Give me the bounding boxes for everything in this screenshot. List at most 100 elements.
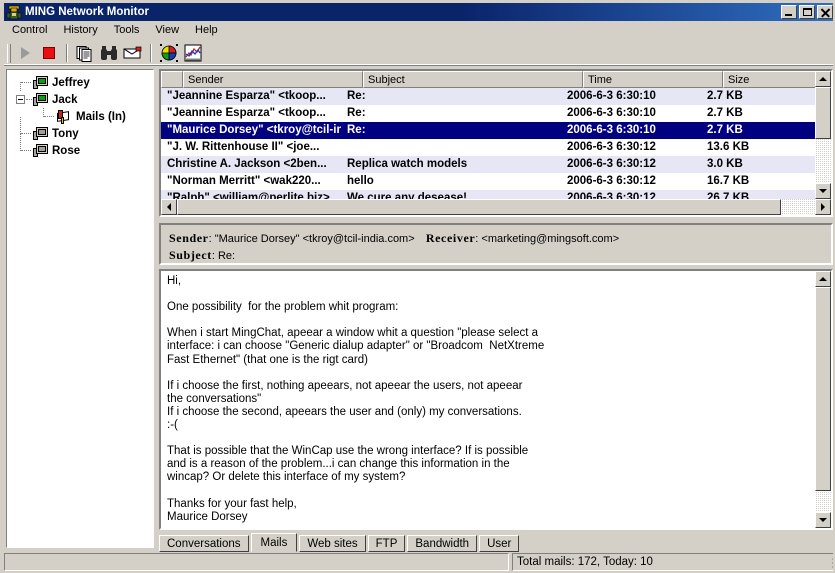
tab-mails[interactable]: Mails xyxy=(250,533,298,552)
toolbar-separator xyxy=(66,44,68,62)
mail-detail-header: Sender: "Maurice Dorsey" <tkroy@tcil-ind… xyxy=(159,223,833,265)
window-title: MING Network Monitor xyxy=(25,6,149,18)
tab-conversations[interactable]: Conversations xyxy=(159,535,249,552)
detail-sender-line: Sender: "Maurice Dorsey" <tkroy@tcil-ind… xyxy=(169,230,831,247)
host-tree-panel[interactable]: Jeffrey Jack Mails (In) Tony Rose xyxy=(6,69,154,548)
cell-subject: Re: xyxy=(347,124,366,136)
arrow-up-icon xyxy=(819,277,827,281)
cell-sender: "Jeannine Esparza" <tkoop... xyxy=(167,107,326,119)
tab-ftp[interactable]: FTP xyxy=(367,535,406,552)
mail-list[interactable]: Sender Subject Time Size "Jeannine Espar… xyxy=(159,69,833,217)
body-scroll-down-button[interactable] xyxy=(815,512,831,528)
tree-collapse-toggle[interactable] xyxy=(16,95,25,104)
body-scroll-thumb[interactable] xyxy=(815,287,831,491)
table-row[interactable]: "Norman Merritt" <wak220... hello 2006-6… xyxy=(161,173,831,190)
tree-item-jeffrey[interactable]: Jeffrey xyxy=(11,74,153,91)
right-pane: Sender Subject Time Size "Jeannine Espar… xyxy=(159,69,833,552)
minimize-button[interactable] xyxy=(781,5,797,19)
close-button[interactable] xyxy=(817,5,833,19)
maximize-button[interactable] xyxy=(799,5,815,19)
app-icon xyxy=(6,5,22,20)
cell-size: 2.7 KB xyxy=(707,90,743,102)
line-chart-icon xyxy=(184,44,202,62)
cell-subject: Replica watch models xyxy=(347,158,468,170)
tree-item-mails-in[interactable]: Mails (In) xyxy=(11,108,153,125)
host-tree: Jeffrey Jack Mails (In) Tony Rose xyxy=(7,70,153,159)
scroll-right-button[interactable] xyxy=(815,199,831,215)
scroll-left-button[interactable] xyxy=(161,199,177,215)
table-row[interactable]: "Jeannine Esparza" <tkoop... Re: 2006-6-… xyxy=(161,88,831,105)
arrow-down-icon xyxy=(819,189,827,193)
mail-body-panel[interactable]: Hi, One possibility for the problem whit… xyxy=(159,269,833,530)
column-header-time[interactable]: Time xyxy=(583,71,723,88)
cell-sender: "J. W. Rittenhouse II" <joe... xyxy=(167,141,320,153)
mail-body-vscrollbar[interactable] xyxy=(815,271,831,528)
mail-list-header: Sender Subject Time Size xyxy=(161,71,831,88)
tree-item-label: Tony xyxy=(52,127,79,140)
binoculars-icon xyxy=(101,46,117,60)
statistics-button[interactable] xyxy=(181,42,205,64)
detail-subject-line: Subject: Re: xyxy=(169,247,831,264)
scroll-up-button[interactable] xyxy=(815,71,831,87)
cell-sender: Christine A. Jackson <2ben... xyxy=(167,158,327,170)
tree-item-label: Jack xyxy=(52,93,78,106)
pie-chart-icon xyxy=(160,44,178,62)
detail-subject-value: : Re: xyxy=(211,250,236,262)
cell-time: 2006-6-3 6:30:12 xyxy=(567,158,656,170)
tree-item-label: Mails (In) xyxy=(76,110,126,123)
table-row[interactable]: "Jeannine Esparza" <tkoop... Re: 2006-6-… xyxy=(161,105,831,122)
tree-item-label: Jeffrey xyxy=(52,76,90,89)
column-header-blank[interactable] xyxy=(161,71,183,88)
detail-sender-value: : "Maurice Dorsey" <tkroy@tcil-india.com… xyxy=(208,233,415,245)
scroll-down-button[interactable] xyxy=(815,183,831,199)
cell-subject xyxy=(341,139,561,156)
tab-web-sites[interactable]: Web sites xyxy=(299,535,366,552)
start-button[interactable] xyxy=(13,42,37,64)
menu-item-history[interactable]: History xyxy=(55,22,105,38)
body-scroll-track[interactable] xyxy=(815,287,831,512)
mail-list-hscrollbar[interactable] xyxy=(161,199,831,215)
tab-bandwidth[interactable]: Bandwidth xyxy=(407,535,478,552)
mail-button[interactable] xyxy=(121,42,145,64)
menu-item-tools[interactable]: Tools xyxy=(106,22,148,38)
body-scroll-up-button[interactable] xyxy=(815,271,831,287)
copy-pages-icon xyxy=(76,45,92,62)
column-header-size[interactable]: Size xyxy=(723,71,823,88)
menu-item-view[interactable]: View xyxy=(147,22,187,38)
scroll-track[interactable] xyxy=(815,87,831,183)
tree-item-jack[interactable]: Jack xyxy=(11,91,153,108)
mail-list-vscrollbar[interactable] xyxy=(815,71,831,199)
arrow-up-icon xyxy=(819,77,827,81)
cell-subject: Re: xyxy=(347,107,366,119)
status-bar: Total mails: 172, Today: 10 xyxy=(4,552,833,571)
resize-grip[interactable] xyxy=(820,557,833,571)
column-header-sender[interactable]: Sender xyxy=(183,71,363,88)
menu-item-control[interactable]: Control xyxy=(4,22,55,38)
computer-icon xyxy=(33,143,49,158)
computer-icon xyxy=(33,75,49,90)
scroll-thumb-h[interactable] xyxy=(177,199,781,215)
stop-icon xyxy=(43,47,55,59)
table-row[interactable]: "J. W. Rittenhouse II" <joe... 2006-6-3 … xyxy=(161,139,831,156)
cell-sender: "Jeannine Esparza" <tkoop... xyxy=(167,90,326,102)
tree-item-tony[interactable]: Tony xyxy=(11,117,153,142)
menu-item-help[interactable]: Help xyxy=(187,22,226,38)
table-row-selected[interactable]: "Maurice Dorsey" <tkroy@tcil-indi... Re:… xyxy=(161,122,831,139)
tab-user[interactable]: User xyxy=(479,535,520,552)
scroll-track-h[interactable] xyxy=(177,199,815,215)
stop-button[interactable] xyxy=(37,42,61,64)
bottom-tabs: Conversations Mails Web sites FTP Bandwi… xyxy=(159,533,833,552)
table-row[interactable]: Christine A. Jackson <2ben... Replica wa… xyxy=(161,156,831,173)
play-icon xyxy=(20,47,30,59)
copy-button[interactable] xyxy=(73,42,97,64)
mail-body-text[interactable]: Hi, One possibility for the problem whit… xyxy=(161,271,801,528)
column-header-subject[interactable]: Subject xyxy=(363,71,583,88)
tree-item-rose[interactable]: Rose xyxy=(11,134,153,159)
pie-chart-button[interactable] xyxy=(157,42,181,64)
arrow-down-icon xyxy=(819,518,827,522)
mail-list-body: "Jeannine Esparza" <tkoop... Re: 2006-6-… xyxy=(161,88,831,207)
arrow-left-icon xyxy=(167,203,171,211)
toolbar-grip[interactable] xyxy=(7,43,11,63)
scroll-thumb[interactable] xyxy=(815,87,831,139)
find-button[interactable] xyxy=(97,42,121,64)
